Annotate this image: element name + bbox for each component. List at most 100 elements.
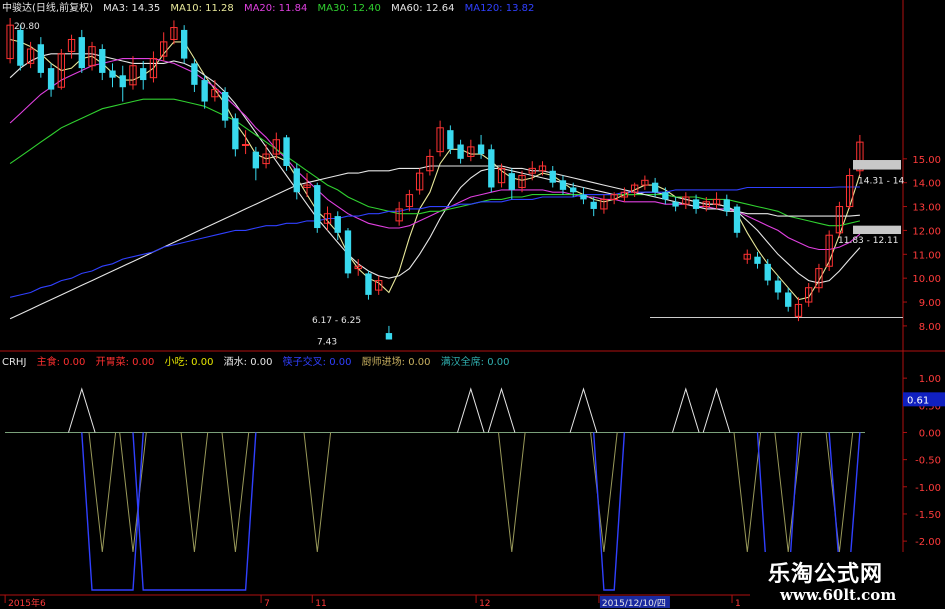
candle-body-up	[241, 144, 250, 147]
block-筷子交叉	[828, 432, 861, 569]
spike-满汉全席	[180, 432, 209, 553]
spike-满汉全席	[498, 432, 526, 553]
ma-line-ma60	[9, 165, 860, 320]
price-tick-label: 14.00	[912, 179, 941, 190]
range-annotation: 6.17 - 6.25	[312, 316, 361, 326]
indicator-tick-label: -0.50	[915, 456, 941, 467]
max-price-label: 20.80	[14, 22, 40, 32]
candle-body-down	[365, 273, 372, 295]
spike-满汉全席	[303, 432, 332, 553]
spike-主食	[487, 387, 516, 433]
spike-主食	[672, 387, 700, 433]
price-box-upper	[853, 160, 901, 170]
price-tick-label: 8.00	[919, 322, 941, 333]
candle-body-down	[590, 201, 597, 209]
spike-主食	[68, 387, 96, 433]
ma-line-ma20	[9, 58, 861, 251]
price-tick-label: 12.00	[912, 226, 941, 237]
indicator-tick-label: -1.50	[915, 510, 941, 521]
x-tick-label: 1	[735, 599, 741, 609]
spike-主食	[457, 387, 485, 433]
x-tick-label: 7	[264, 599, 270, 609]
candle-body-down	[733, 206, 741, 233]
price-tick-label: 15.00	[912, 155, 941, 166]
ma-line-ma3	[9, 38, 861, 301]
candle-body-down	[559, 180, 567, 190]
ma30-label: MA30: 12.40	[317, 3, 381, 14]
candle-body-down	[17, 29, 24, 66]
candle-body-down	[191, 63, 198, 85]
indicator-item-kaiweicai: 开胃菜: 0.00	[95, 357, 155, 368]
watermark-title: 乐淘公式网	[768, 562, 884, 587]
candle-body-down	[78, 37, 85, 69]
candle-body-down	[549, 170, 556, 183]
candle-body-down	[334, 216, 341, 233]
candle-body-down	[785, 292, 792, 307]
watermark: 乐淘公式网 www.60lt.com	[750, 552, 945, 609]
price-tick-label: 9.00	[919, 298, 941, 309]
candle-body-down	[508, 173, 515, 190]
indicator-item-chushi: 厨师进场: 0.00	[361, 357, 431, 368]
indicator-name: CRHJ	[2, 357, 27, 368]
spike-满汉全席	[733, 432, 762, 553]
candle-body-down	[651, 182, 659, 193]
candle-body-down	[764, 263, 771, 281]
stock-title: 中骏达(日线,前复权)	[2, 3, 93, 14]
spike-主食	[702, 387, 731, 433]
price-tick-label: 10.00	[912, 274, 941, 285]
indicator-tick-label: -1.00	[915, 483, 941, 494]
indicator-item-manhan: 满汉全席: 0.00	[440, 357, 510, 368]
chart-canvas: 15.0014.0013.0012.0011.0010.009.008.0020…	[0, 0, 945, 609]
price-tick-label: 11.00	[912, 250, 941, 261]
price-header: 中骏达(日线,前复权) MA3: 14.35 MA10: 11.28 MA20:…	[2, 2, 541, 16]
candle-body-down	[37, 44, 45, 73]
candle-body-down	[180, 29, 188, 59]
candle-body-down	[385, 333, 393, 340]
candle-body-down	[109, 70, 116, 78]
price-box-lower	[853, 225, 901, 235]
candle-body-down	[723, 199, 730, 212]
ma20-label: MA20: 11.84	[243, 3, 308, 14]
ma10-label: MA10: 11.28	[170, 3, 234, 14]
ma-line-ma10	[9, 53, 861, 284]
candle-body-down	[47, 68, 55, 90]
candle-body-down	[283, 137, 290, 166]
candle-body-down	[344, 230, 352, 274]
candle-body-down	[314, 185, 321, 229]
spike-满汉全席	[221, 432, 250, 553]
x-tick-label: 2015/12/10/四	[602, 599, 666, 609]
indicator-tick-label: -2.00	[915, 537, 941, 548]
block-筷子交叉	[592, 432, 626, 591]
x-tick-label: 2015年6	[8, 597, 46, 609]
ma-line-ma120	[9, 186, 860, 298]
candle-body-down	[252, 151, 260, 169]
ma120-label: MA120: 13.82	[464, 3, 535, 14]
candle-body-down	[99, 49, 106, 73]
candle-body-down	[488, 149, 495, 188]
range-annotation: 11.83 - 12.11	[838, 236, 899, 246]
indicator-item-zhushi: 主食: 0.00	[36, 357, 86, 368]
spike-主食	[569, 387, 598, 433]
indicator-item-kuaizi: 筷子交叉: 0.00	[282, 357, 352, 368]
indicator-tick-label: 1.00	[919, 374, 941, 385]
candle-body-down	[672, 201, 679, 207]
indicator-item-xiaochi: 小吃: 0.00	[164, 357, 214, 368]
indicator-marker-label: 0.61	[907, 395, 929, 406]
spike-满汉全席	[88, 432, 117, 553]
x-tick-label: 12	[479, 599, 490, 609]
candle-body-down	[692, 199, 700, 209]
range-annotation: 14.31 - 14	[858, 176, 904, 186]
price-tick-label: 13.00	[912, 203, 941, 214]
candle-body-down	[232, 118, 239, 150]
candle-body-down	[447, 130, 454, 150]
indicator-item-jiushui: 酒水: 0.00	[223, 357, 273, 368]
candle-body-down	[662, 192, 669, 200]
ma3-label: MA3: 14.35	[103, 3, 161, 14]
candle-body-down	[221, 91, 229, 121]
candle-body-down	[580, 194, 587, 200]
candle-body-down	[201, 80, 208, 102]
ma60-label: MA60: 12.64	[391, 3, 455, 14]
candle-body-down	[119, 75, 126, 88]
min-price-label: 7.43	[317, 338, 337, 348]
candle-body-down	[293, 168, 300, 193]
